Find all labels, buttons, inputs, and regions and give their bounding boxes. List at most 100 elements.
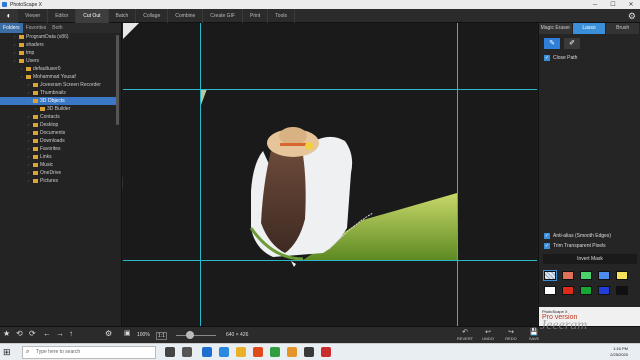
settings-icon[interactable]: ⚙ — [105, 329, 112, 338]
close-path-checkbox[interactable]: ✓ Close Path — [539, 53, 640, 63]
tab-collage[interactable]: Collage — [136, 8, 169, 23]
small-fragment — [201, 89, 207, 105]
tab-viewer[interactable]: Viewer — [18, 8, 49, 23]
photoscape-taskbar-icon[interactable] — [321, 347, 331, 357]
folder-icon — [33, 170, 38, 175]
search-icon: ⌕ — [26, 349, 30, 355]
edge-icon[interactable] — [202, 347, 212, 357]
tab-batch[interactable]: Batch — [109, 8, 137, 23]
folder-tree-item[interactable]: › Downloads — [0, 137, 116, 145]
folder-tree-item[interactable]: › 3D Objects — [0, 97, 116, 105]
tab-tools[interactable]: Tools — [268, 8, 295, 23]
folder-tree-item[interactable]: › Users — [0, 57, 116, 65]
close-button[interactable]: ✕ — [622, 0, 640, 9]
trim-transparent-checkbox[interactable]: ✓ Trim Transparent Pixels — [539, 241, 640, 251]
folder-icon — [33, 138, 38, 143]
app-logo-icon[interactable]: ◐ — [0, 8, 18, 23]
color-swatch[interactable] — [580, 271, 592, 280]
folder-icon — [26, 74, 31, 79]
color-swatch[interactable] — [616, 286, 628, 295]
folder-tree-item[interactable]: › OneDrive — [0, 169, 116, 177]
refresh-icon[interactable]: ⟳ — [29, 329, 36, 338]
watermark: Jeeeram — [540, 318, 588, 333]
color-swatch[interactable] — [598, 271, 610, 280]
maximize-button[interactable]: ☐ — [604, 0, 622, 9]
cutout-canvas[interactable] — [123, 23, 537, 326]
folder-tree-item[interactable]: › Pictures — [0, 177, 116, 185]
forward-icon[interactable]: → — [56, 329, 64, 338]
brave-icon[interactable] — [253, 347, 263, 357]
folder-tree-item[interactable]: › Documents — [0, 129, 116, 137]
lasso-freehand-tool-icon[interactable]: ✎ — [544, 38, 560, 49]
tab-create-gif[interactable]: Create GIF — [203, 8, 244, 23]
color-swatch[interactable] — [616, 271, 628, 280]
folder-tree-item[interactable]: › Mohammad Yousaf — [0, 73, 116, 81]
folder-tree-item[interactable]: › Music — [0, 161, 116, 169]
panel-tab-both[interactable]: Both — [49, 23, 65, 33]
tab-editor[interactable]: Editor — [48, 8, 77, 23]
rotate-icon[interactable]: ⟲ — [16, 329, 23, 338]
system-clock[interactable]: 1:16 PM 2/25/2020 — [610, 346, 628, 358]
panel-tab-favorites[interactable]: Favorites — [23, 23, 50, 33]
folder-label: Pictures — [40, 178, 59, 184]
color-swatch[interactable] — [580, 286, 592, 295]
chrome-icon[interactable] — [270, 347, 280, 357]
folder-label: Downloads — [40, 138, 65, 144]
windows-start-icon[interactable]: ⊞ — [3, 347, 11, 358]
folder-icon — [33, 146, 38, 151]
guide-vertical-right[interactable] — [457, 23, 458, 326]
folder-tree-item[interactable]: › Desktop — [0, 121, 116, 129]
undo-button[interactable]: ↩ UNDO — [477, 328, 499, 341]
zoom-slider[interactable] — [176, 335, 216, 336]
color-swatch[interactable] — [562, 286, 574, 295]
ie-icon[interactable] — [219, 347, 229, 357]
folder-tree-item[interactable]: › Contacts — [0, 113, 116, 121]
star-icon[interactable]: ★ — [3, 329, 10, 338]
guide-horizontal-top[interactable] — [123, 89, 537, 90]
redo-button[interactable]: ↪ REDO — [500, 328, 522, 341]
revert-button[interactable]: ↶ REVERT — [454, 328, 476, 341]
hat-flower — [305, 142, 313, 150]
antialias-checkbox[interactable]: ✓ Anti-alias (Smooth Edges) — [539, 231, 640, 241]
folder-tree-item[interactable]: › Favorites — [0, 145, 116, 153]
zoom-slider-handle[interactable] — [186, 331, 194, 339]
color-swatch[interactable] — [598, 286, 610, 295]
folder-icon — [33, 178, 38, 183]
lasso-eraser-tool-icon[interactable]: ✐ — [564, 38, 580, 49]
back-icon[interactable]: ← — [43, 329, 51, 338]
folder-tree-item[interactable]: › Jceesram Screen Recorder — [0, 81, 116, 89]
settings-gear-icon[interactable]: ⚙ — [628, 11, 636, 22]
up-icon[interactable]: ↑ — [69, 329, 73, 338]
task-view-icon[interactable] — [182, 347, 192, 357]
folder-tree-item[interactable]: › shaders — [0, 41, 116, 49]
folder-tree-item[interactable]: › 3D Builder — [0, 105, 116, 113]
color-swatch[interactable] — [543, 270, 557, 281]
folder-icon — [33, 114, 38, 119]
panel-tab-folders[interactable]: Folders — [0, 23, 23, 33]
tree-scrollbar[interactable] — [116, 35, 119, 125]
guide-vertical-left[interactable] — [200, 23, 201, 326]
tab-print[interactable]: Print — [243, 8, 269, 23]
guide-horizontal-bottom[interactable] — [123, 260, 537, 261]
folder-tree-item[interactable]: › Links — [0, 153, 116, 161]
tool-tab-lasso[interactable]: Lasso — [572, 23, 607, 34]
minimize-button[interactable]: ─ — [586, 0, 604, 9]
tool-tab-magic-eraser[interactable]: Magic Eraser — [539, 23, 573, 34]
fit-icon[interactable]: ▣ — [124, 329, 131, 337]
tab-combine[interactable]: Combine — [168, 8, 204, 23]
cortana-icon[interactable] — [165, 347, 175, 357]
folder-tree-item[interactable]: › ProgramData (x86) — [0, 33, 116, 41]
app-icon-dark[interactable] — [304, 347, 314, 357]
color-swatch[interactable] — [562, 271, 574, 280]
app-icon-orange[interactable] — [287, 347, 297, 357]
invert-mask-button[interactable]: Invert Mask — [543, 254, 637, 264]
file-explorer-icon[interactable] — [236, 347, 246, 357]
tab-cut-out[interactable]: Cut Out — [76, 8, 109, 23]
folder-tree-item[interactable]: › Thumbnails — [0, 89, 116, 97]
taskbar-search-box[interactable]: ⌕ Type here to search — [22, 346, 156, 359]
tool-tab-brush[interactable]: Brush — [606, 23, 640, 34]
color-swatch[interactable] — [544, 286, 556, 295]
folder-tree-item[interactable]: › defaultuser0 — [0, 65, 116, 73]
actual-size-button[interactable]: 1:1 — [156, 332, 167, 340]
folder-tree-item[interactable]: › tmp — [0, 49, 116, 57]
